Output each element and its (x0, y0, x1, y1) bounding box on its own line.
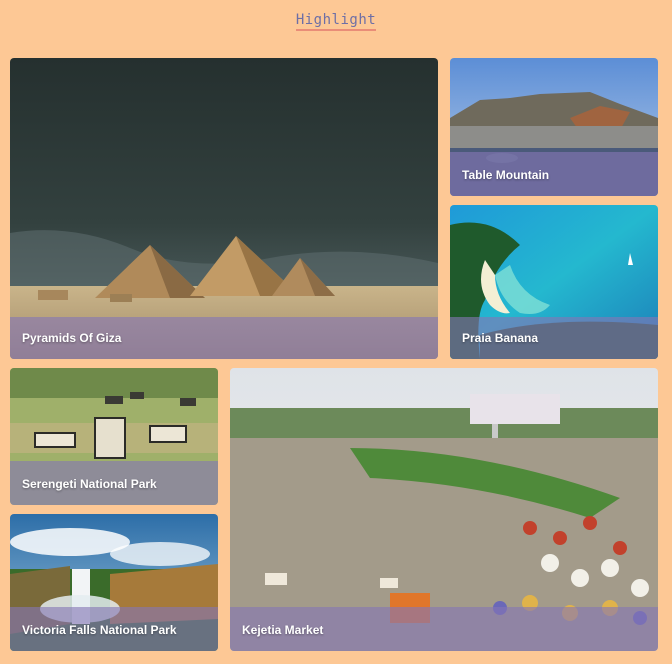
card-label: Praia Banana (462, 331, 539, 345)
card-label: Serengeti National Park (22, 477, 157, 491)
card-label: Victoria Falls National Park (22, 623, 177, 637)
card-kejetia-market[interactable]: Kejetia Market (230, 368, 658, 651)
card-table-mountain[interactable]: Table Mountain (450, 58, 658, 196)
card-label: Kejetia Market (242, 623, 324, 637)
page-title-text: Highlight (295, 12, 377, 31)
pyramids-image (10, 58, 438, 359)
card-pyramids-of-giza[interactable]: Pyramids Of Giza (10, 58, 438, 359)
card-serengeti-national-park[interactable]: Serengeti National Park (10, 368, 218, 505)
card-praia-banana[interactable]: Praia Banana (450, 205, 658, 359)
page-title: Highlight (0, 12, 672, 31)
card-label: Pyramids Of Giza (22, 331, 122, 345)
card-victoria-falls-national-park[interactable]: Victoria Falls National Park (10, 514, 218, 651)
card-label: Table Mountain (462, 168, 550, 182)
